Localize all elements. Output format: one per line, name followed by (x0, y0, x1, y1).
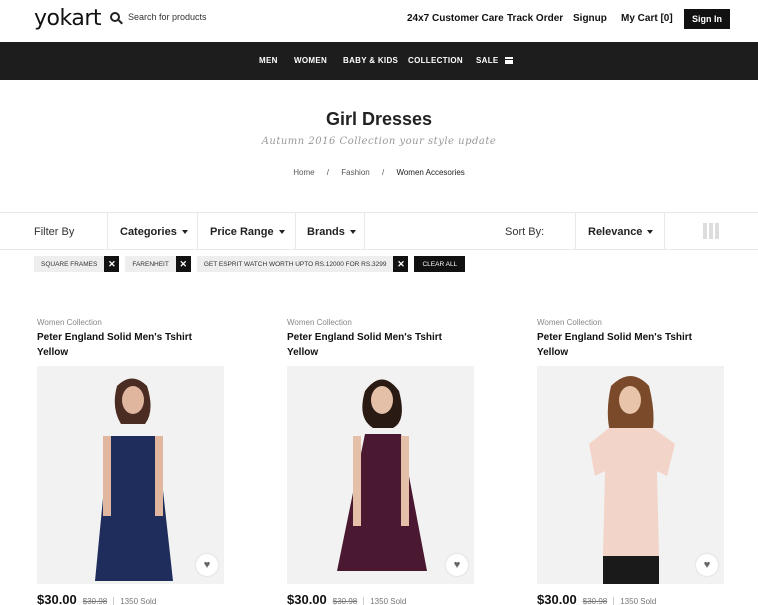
sort-by-label: Sort By: (505, 225, 545, 238)
price-range-dropdown[interactable]: Price Range (210, 213, 285, 250)
price-range-label: Price Range (210, 225, 274, 238)
divider (197, 213, 198, 250)
breadcrumb: Home / Fashion / Women Accesories (0, 168, 758, 177)
product-old-price: $30.98 (332, 597, 358, 605)
product-category: Women Collection (287, 318, 352, 327)
wishlist-heart-icon[interactable]: ♥ (446, 554, 468, 576)
filter-by-label: Filter By (34, 225, 75, 238)
model-image (95, 378, 173, 581)
breadcrumb-current: Women Accesories (396, 168, 465, 177)
divider (295, 213, 296, 250)
cart-link[interactable]: My Cart [0] (621, 13, 673, 24)
sort-dropdown[interactable]: Relevance (588, 213, 654, 250)
nav-item-baby-kids[interactable]: BABY & KIDS (343, 56, 398, 65)
search-input[interactable]: Search for products (128, 12, 207, 22)
caret-down-icon (647, 229, 654, 234)
caret-down-icon (181, 229, 188, 234)
sign-in-button[interactable]: Sign In (684, 9, 730, 29)
filter-chip-label: FARENHEIT (125, 256, 176, 272)
product-price: $30.00 (537, 592, 577, 605)
filter-bar: Filter By Categories Price Range Brands … (0, 212, 758, 250)
grid-view-icon[interactable] (703, 223, 719, 239)
product-name[interactable]: Peter England Solid Men's Tshirt Yellow (37, 330, 225, 360)
product-name[interactable]: Peter England Solid Men's Tshirt Yellow (287, 330, 475, 360)
dress-shape (337, 434, 427, 571)
brands-dropdown[interactable]: Brands (307, 213, 356, 250)
nav-item-men[interactable]: MEN (259, 56, 278, 65)
nav-item-women[interactable]: WOMEN (294, 56, 327, 65)
filter-chip: GET ESPRIT WATCH WORTH UPTO RS.12000 FOR… (196, 256, 409, 272)
active-filters: SQUARE FRAMES ✕ FARENHEIT ✕ GET ESPRIT W… (34, 256, 466, 272)
product-sold-count: 1350 Sold (113, 597, 156, 605)
dress-shape (589, 428, 675, 556)
close-icon[interactable]: ✕ (393, 256, 409, 272)
product-price-row: $30.00 $30.98 1350 Sold (287, 592, 406, 605)
categories-dropdown[interactable]: Categories (120, 213, 188, 250)
close-icon[interactable]: ✕ (104, 256, 120, 272)
product-sold-count: 1350 Sold (613, 597, 656, 605)
customer-care-link[interactable]: 24x7 Customer Care (407, 13, 504, 24)
product-old-price: $30.98 (82, 597, 108, 605)
close-icon[interactable]: ✕ (175, 256, 191, 272)
breadcrumb-fashion[interactable]: Fashion (341, 168, 369, 177)
nav-item-collection[interactable]: COLLECTION (408, 56, 463, 65)
page-title: Girl Dresses (325, 109, 433, 129)
product-card[interactable]: Women Collection Peter England Solid Men… (37, 318, 225, 605)
model-image (589, 376, 675, 584)
main-nav: MEN WOMEN BABY & KIDS COLLECTION SALE (0, 42, 758, 80)
wishlist-heart-icon[interactable]: ♥ (196, 554, 218, 576)
filter-chip: SQUARE FRAMES ✕ (34, 256, 120, 272)
page-subtitle: Autumn 2016 Collection your style update (261, 136, 497, 147)
product-category: Women Collection (37, 318, 102, 327)
track-order-link[interactable]: Track Order (507, 13, 563, 24)
product-card[interactable]: Women Collection Peter England Solid Men… (537, 318, 725, 605)
product-price-row: $30.00 $30.98 1350 Sold (37, 592, 156, 605)
product-card[interactable]: Women Collection Peter England Solid Men… (287, 318, 475, 605)
divider (107, 213, 108, 250)
product-image[interactable]: ♥ (287, 366, 474, 584)
breadcrumb-separator: / (381, 168, 385, 177)
wishlist-heart-icon[interactable]: ♥ (696, 554, 718, 576)
divider (364, 213, 365, 250)
product-price-row: $30.00 $30.98 1350 Sold (537, 592, 656, 605)
search-icon[interactable] (110, 12, 120, 22)
product-name[interactable]: Peter England Solid Men's Tshirt Yellow (537, 330, 725, 360)
logo[interactable]: yokart (34, 6, 102, 31)
clear-all-button[interactable]: CLEAR ALL (414, 256, 466, 272)
filter-chip: FARENHEIT ✕ (125, 256, 191, 272)
categories-label: Categories (120, 225, 177, 238)
divider (664, 213, 665, 250)
filter-chip-label: SQUARE FRAMES (34, 256, 105, 272)
product-sold-count: 1350 Sold (363, 597, 406, 605)
breadcrumb-home[interactable]: Home (293, 168, 314, 177)
menu-icon[interactable] (505, 57, 513, 64)
nav-item-sale[interactable]: SALE (476, 56, 499, 65)
product-image[interactable]: ♥ (537, 366, 724, 584)
product-price: $30.00 (287, 592, 327, 605)
caret-down-icon (278, 229, 285, 234)
signup-link[interactable]: Signup (573, 13, 607, 24)
search-bar[interactable]: Search for products (110, 12, 207, 22)
header: yokart Search for products 24x7 Customer… (0, 0, 758, 42)
filter-chip-label: GET ESPRIT WATCH WORTH UPTO RS.12000 FOR… (196, 256, 394, 272)
product-category: Women Collection (537, 318, 602, 327)
product-old-price: $30.98 (582, 597, 608, 605)
brands-label: Brands (307, 225, 345, 238)
product-image[interactable]: ♥ (37, 366, 224, 584)
caret-down-icon (349, 229, 356, 234)
breadcrumb-separator: / (326, 168, 330, 177)
model-image (337, 379, 427, 571)
product-price: $30.00 (37, 592, 77, 605)
divider (575, 213, 576, 250)
sort-value: Relevance (588, 225, 643, 238)
